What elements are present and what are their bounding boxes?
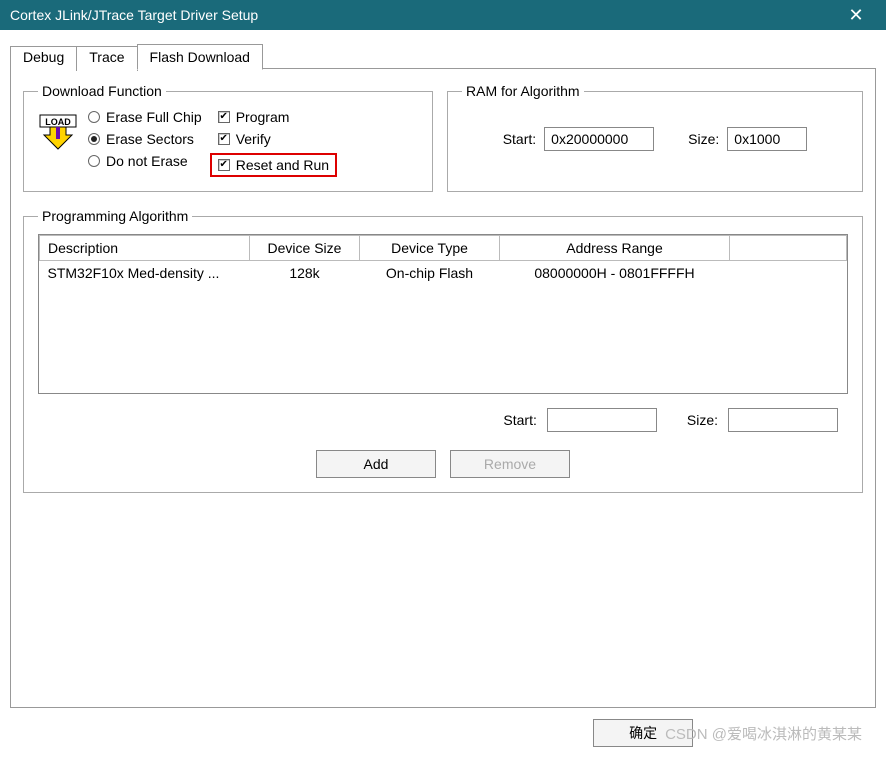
col-device-size[interactable]: Device Size (250, 236, 360, 261)
col-description[interactable]: Description (40, 236, 250, 261)
watermark-text: CSDN @爱喝冰淇淋的黄某某 (665, 723, 862, 744)
cell-device-type: On-chip Flash (360, 261, 500, 286)
download-function-legend: Download Function (38, 83, 166, 99)
radio-label: Do not Erase (106, 153, 188, 169)
download-function-group: Download Function LOAD Erase Full Chip (23, 83, 433, 192)
cell-description: STM32F10x Med-density ... (40, 261, 250, 286)
check-program[interactable]: ✔ Program (218, 109, 337, 125)
radio-do-not-erase[interactable]: Do not Erase (88, 153, 202, 169)
tab-trace[interactable]: Trace (76, 46, 137, 71)
ram-start-label: Start: (503, 131, 536, 147)
col-device-type[interactable]: Device Type (360, 236, 500, 261)
ram-size-input[interactable] (727, 127, 807, 151)
algo-size-label: Size: (687, 412, 718, 428)
remove-button[interactable]: Remove (450, 450, 570, 478)
titlebar: Cortex JLink/JTrace Target Driver Setup … (0, 0, 886, 30)
checkbox-icon: ✔ (218, 111, 230, 123)
check-label: Reset and Run (236, 157, 329, 173)
col-spacer (730, 236, 847, 261)
check-verify[interactable]: ✔ Verify (218, 131, 337, 147)
radio-icon (88, 111, 100, 123)
cell-device-size: 128k (250, 261, 360, 286)
load-icon: LOAD (38, 113, 78, 153)
radio-icon (88, 155, 100, 167)
radio-label: Erase Sectors (106, 131, 194, 147)
cell-address-range: 08000000H - 0801FFFFH (500, 261, 730, 286)
window-title: Cortex JLink/JTrace Target Driver Setup (10, 7, 836, 23)
checkbox-icon: ✔ (218, 133, 230, 145)
tab-flash-download[interactable]: Flash Download (137, 44, 263, 70)
check-label: Verify (236, 131, 271, 147)
table-header-row: Description Device Size Device Type Addr… (40, 236, 847, 261)
programming-algorithm-group: Programming Algorithm Description Device… (23, 208, 863, 493)
ram-start-input[interactable] (544, 127, 654, 151)
close-icon[interactable]: ✕ (836, 5, 876, 26)
algorithm-table[interactable]: Description Device Size Device Type Addr… (38, 234, 848, 394)
tab-strip: Debug Trace Flash Download (10, 44, 876, 69)
add-button[interactable]: Add (316, 450, 436, 478)
check-reset-and-run[interactable]: ✔ Reset and Run (210, 153, 337, 177)
radio-erase-full-chip[interactable]: Erase Full Chip (88, 109, 202, 125)
radio-label: Erase Full Chip (106, 109, 202, 125)
dialog-button-bar: 确定 CSDN @爱喝冰淇淋的黄某某 (10, 709, 876, 753)
check-label: Program (236, 109, 290, 125)
algo-size-input[interactable] (728, 408, 838, 432)
ram-legend: RAM for Algorithm (462, 83, 584, 99)
ram-for-algorithm-group: RAM for Algorithm Start: Size: (447, 83, 863, 192)
ram-size-label: Size: (688, 131, 719, 147)
radio-icon (88, 133, 100, 145)
table-row[interactable]: STM32F10x Med-density ... 128k On-chip F… (40, 261, 847, 286)
algo-start-input[interactable] (547, 408, 657, 432)
radio-erase-sectors[interactable]: Erase Sectors (88, 131, 202, 147)
programming-algorithm-legend: Programming Algorithm (38, 208, 192, 224)
checkbox-icon: ✔ (218, 159, 230, 171)
col-address-range[interactable]: Address Range (500, 236, 730, 261)
tab-panel-flash: Download Function LOAD Erase Full Chip (10, 68, 876, 708)
svg-text:LOAD: LOAD (45, 117, 71, 127)
content-area: Debug Trace Flash Download Download Func… (0, 30, 886, 763)
algo-start-label: Start: (503, 412, 536, 428)
tab-debug[interactable]: Debug (10, 46, 77, 71)
